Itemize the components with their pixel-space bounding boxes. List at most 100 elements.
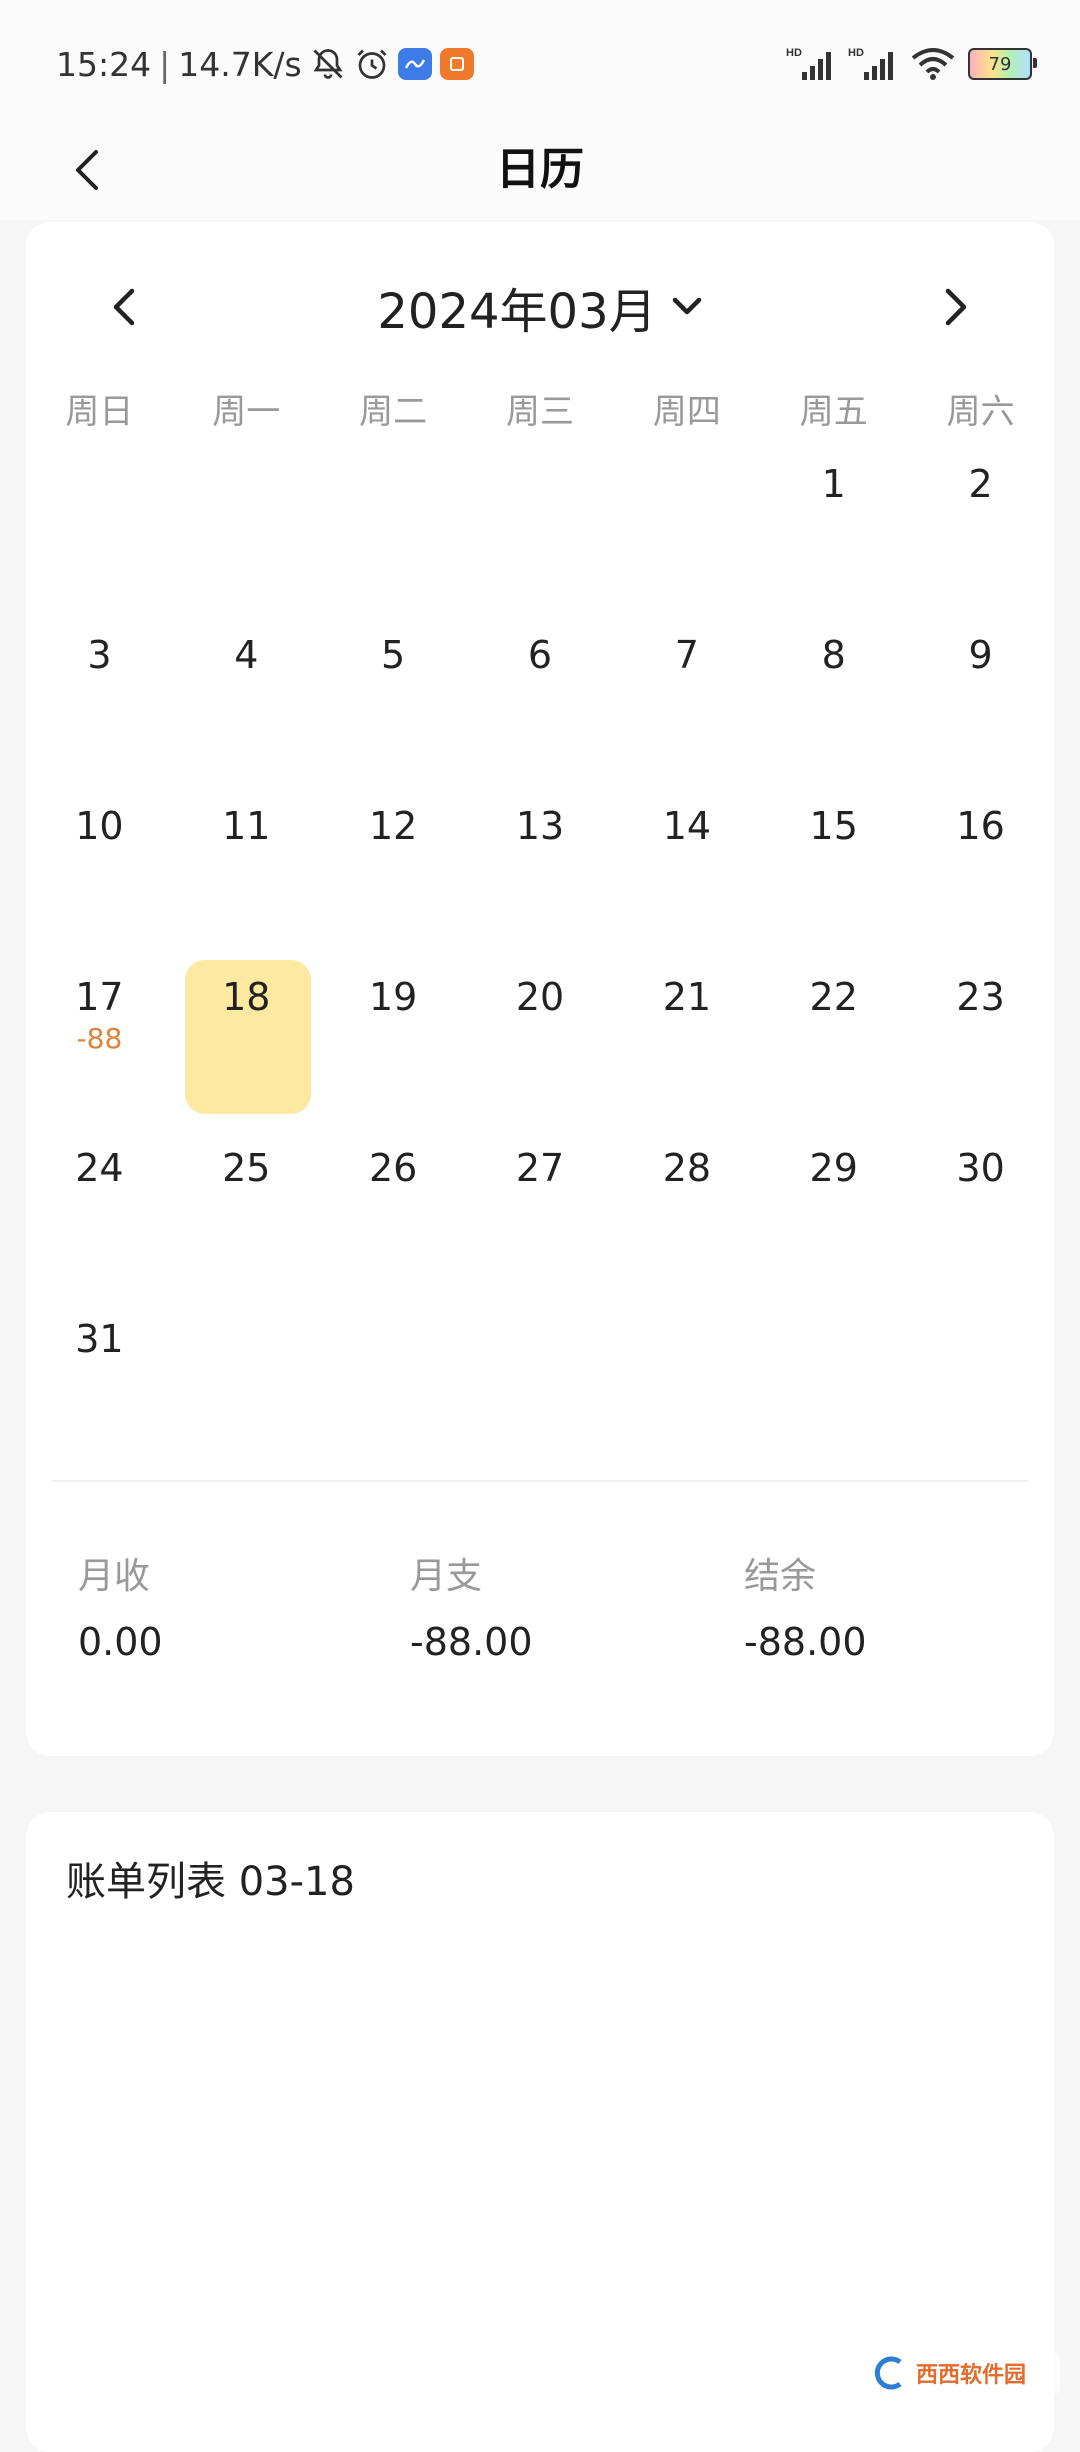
income-stat: 月收 0.00 — [78, 1552, 378, 1672]
page-title: 日历 — [496, 144, 584, 195]
calendar-day[interactable]: 28 — [613, 1131, 760, 1302]
status-bar-right: HD HD 79 — [786, 42, 1037, 86]
month-navigation: 2024年03月 — [26, 262, 1054, 352]
calendar-day[interactable]: 10 — [26, 789, 173, 960]
day-number: 12 — [368, 804, 418, 848]
svg-text:HD: HD — [848, 47, 864, 59]
day-number: 18 — [222, 975, 271, 1019]
day-number: 4 — [234, 633, 259, 677]
calendar-day[interactable]: 14 — [613, 789, 760, 960]
month-title: 2024年03月 — [377, 284, 657, 340]
calendar-day[interactable]: 26 — [320, 1131, 467, 1302]
separator: | — [159, 44, 171, 84]
day-number: 8 — [821, 633, 846, 677]
calendar-day[interactable]: 30 — [907, 1131, 1054, 1302]
next-month-button[interactable] — [924, 275, 988, 339]
day-number: 21 — [662, 975, 712, 1019]
day-number: 1 — [821, 462, 846, 506]
day-number: 26 — [368, 1146, 418, 1190]
calendar-day[interactable]: 23 — [907, 960, 1054, 1131]
calendar-day[interactable]: 21 — [613, 960, 760, 1131]
calendar-day[interactable]: 25 — [173, 1131, 320, 1302]
app-header: 日历 — [0, 120, 1080, 220]
cellular-signal-2-icon: HD — [848, 46, 898, 82]
battery-indicator: 79 — [968, 48, 1037, 80]
balance-stat: 结余 -88.00 — [744, 1552, 1044, 1672]
weekday-label: 周三 — [506, 392, 574, 432]
status-bar: 15:24 | 14.7K/s HD HD 79 — [0, 0, 1080, 120]
calendar-day[interactable]: 3 — [26, 618, 173, 789]
day-number: 27 — [515, 1146, 565, 1190]
day-number: 14 — [662, 804, 712, 848]
cellular-signal-icon: HD — [786, 46, 836, 82]
expense-value: -88.00 — [410, 1620, 533, 1664]
calendar-day[interactable]: 19 — [320, 960, 467, 1131]
calendar-day-empty — [613, 447, 760, 618]
watermark-icon — [874, 2356, 902, 2390]
calendar-day[interactable]: 6 — [467, 618, 614, 789]
day-number: 2 — [968, 462, 993, 506]
calendar-day[interactable]: 4 — [173, 618, 320, 789]
calendar-day[interactable]: 9 — [907, 618, 1054, 789]
chevron-down-icon — [672, 297, 701, 315]
calendar-day[interactable]: 22 — [760, 960, 907, 1131]
calendar-day[interactable]: 31 — [26, 1302, 173, 1473]
calendar-day[interactable]: 18 — [173, 960, 320, 1131]
calendar-day[interactable]: 16 — [907, 789, 1054, 960]
calendar-day[interactable]: 29 — [760, 1131, 907, 1302]
day-number: 7 — [674, 633, 699, 677]
day-number: 22 — [809, 975, 858, 1019]
svg-text:HD: HD — [786, 47, 802, 59]
calendar-day-empty — [26, 447, 173, 618]
calendar-day[interactable]: 17 -88 — [26, 960, 173, 1131]
income-label: 月收 — [78, 1556, 151, 1597]
calendar-day[interactable]: 12 — [320, 789, 467, 960]
network-speed: 14.7K/s — [178, 44, 302, 84]
calendar-day[interactable]: 7 — [613, 618, 760, 789]
calendar-day[interactable]: 15 — [760, 789, 907, 960]
expense-label: 月支 — [410, 1556, 483, 1597]
calendar-day[interactable]: 27 — [467, 1131, 614, 1302]
day-number: 5 — [381, 633, 406, 677]
day-number: 15 — [809, 804, 858, 848]
day-number: 13 — [515, 804, 565, 848]
day-number: 30 — [956, 1146, 1005, 1190]
calendar-day[interactable]: 20 — [467, 960, 614, 1131]
day-number: 29 — [809, 1146, 858, 1190]
balance-value: -88.00 — [744, 1620, 867, 1664]
day-number: 6 — [527, 633, 553, 677]
weekday-label: 周四 — [652, 392, 721, 432]
expense-stat: 月支 -88.00 — [410, 1552, 710, 1672]
calendar-grid: 1 2 3 4 5 6 7 8 9 10 11 12 13 14 15 16 17 -88 18 19 20 21 22 23… — [26, 447, 1054, 1473]
balance-label: 结余 — [744, 1556, 817, 1597]
calendar-day[interactable]: 8 — [760, 618, 907, 789]
wifi-icon — [910, 46, 956, 82]
day-number: 3 — [87, 633, 112, 677]
chevron-right-icon — [945, 288, 967, 326]
monthly-summary: 月收 0.00 月支 -88.00 结余 -88.00 — [26, 1552, 1054, 1682]
watermark-logo: 西西软件园 — [870, 2352, 1060, 2394]
day-number: 25 — [222, 1146, 271, 1190]
weekday-label: 周二 — [359, 392, 428, 432]
day-number: 31 — [75, 1317, 124, 1361]
calendar-day[interactable]: 24 — [26, 1131, 173, 1302]
app-notification-icon — [397, 48, 432, 80]
calendar-day[interactable]: 2 — [907, 447, 1054, 618]
divider — [52, 1480, 1028, 1482]
day-number: 9 — [968, 633, 993, 677]
clock: 15:24 — [56, 44, 152, 84]
day-number: 10 — [75, 804, 124, 848]
day-number: 19 — [368, 975, 418, 1019]
taobao-notification-icon — [439, 48, 474, 80]
calendar-card: 2024年03月 周日 周一 周二 周三 周四 周五 周六 1234567891… — [26, 222, 1054, 1756]
day-number: 28 — [662, 1146, 712, 1190]
watermark-text: 西西软件园 — [916, 2363, 1027, 2388]
day-number: 23 — [956, 975, 1005, 1019]
calendar-day[interactable]: 5 — [320, 618, 467, 789]
alarm-icon — [354, 46, 390, 82]
month-selector[interactable]: 2024年03月 — [26, 262, 1054, 352]
calendar-day[interactable]: 11 — [173, 789, 320, 960]
calendar-day[interactable]: 1 — [760, 447, 907, 618]
weekday-label: 周一 — [212, 392, 281, 432]
calendar-day[interactable]: 13 — [467, 789, 614, 960]
